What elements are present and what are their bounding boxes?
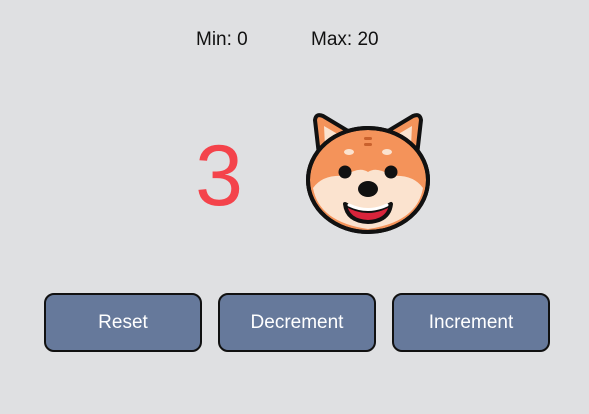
increment-button[interactable]: Increment (392, 293, 550, 352)
counter-value: 3 (195, 128, 243, 224)
min-label: Min: 0 (196, 29, 248, 50)
reset-button[interactable]: Reset (44, 293, 202, 352)
limits-bar: Min: 0 Max: 20 (0, 29, 589, 51)
decrement-button[interactable]: Decrement (218, 293, 376, 352)
shiba-dog-face-icon (301, 110, 435, 236)
max-label: Max: 20 (311, 29, 379, 50)
